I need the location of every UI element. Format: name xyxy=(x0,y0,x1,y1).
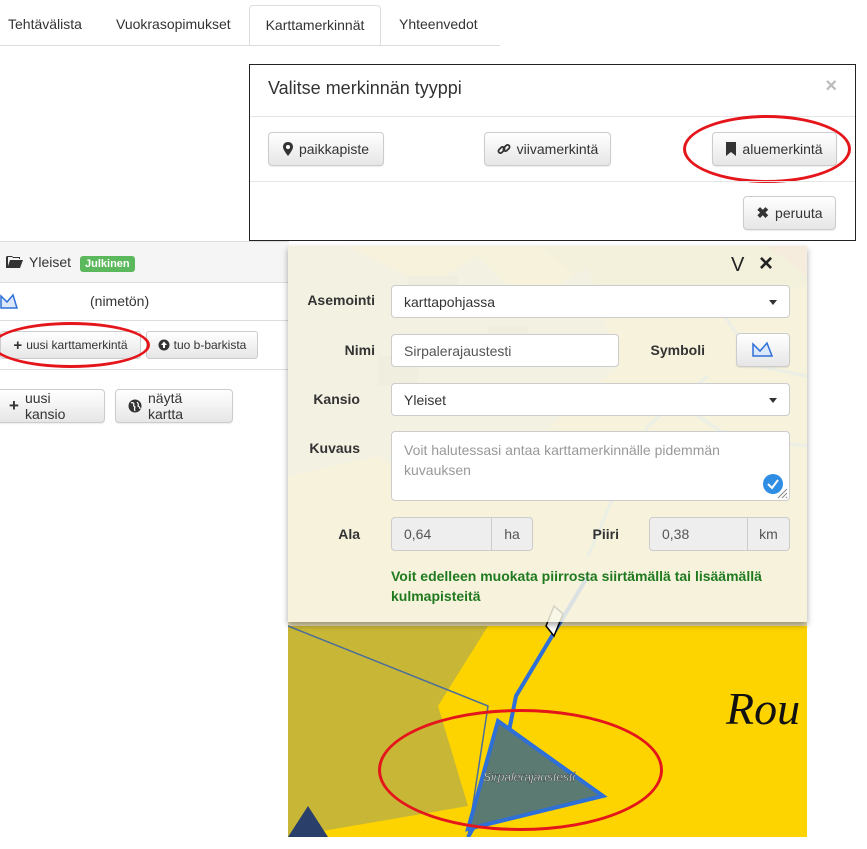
point-marking-button[interactable]: paikkapiste xyxy=(268,132,384,166)
new-marking-button[interactable]: + uusi karttamerkintä xyxy=(0,331,141,359)
description-label: Kuvaus xyxy=(309,440,360,456)
globe-icon xyxy=(128,399,142,413)
panel-divider xyxy=(0,369,289,370)
tab-yhteenvedot[interactable]: Yhteenvedot xyxy=(385,5,492,46)
bookmark-icon xyxy=(726,142,737,156)
area-symbol-icon xyxy=(0,293,18,309)
chevron-down-icon xyxy=(769,299,777,305)
area-marking-button[interactable]: aluemerkintä xyxy=(712,132,837,166)
new-folder-label: uusi kansio xyxy=(24,390,66,422)
perimeter-input: 0,38 xyxy=(649,517,748,551)
point-marking-label: paikkapiste xyxy=(298,141,370,157)
edit-hint-text: Voit edelleen muokata piirrosta siirtämä… xyxy=(391,568,762,604)
plus-icon: + xyxy=(9,396,19,415)
marking-list-item[interactable]: (nimetön) xyxy=(0,283,289,321)
positioning-select[interactable]: karttapohjassa xyxy=(391,285,790,318)
show-map-label: näytä kartta xyxy=(148,390,184,422)
area-value: 0,64 xyxy=(404,526,432,542)
folder-value: Yleiset xyxy=(404,391,447,408)
new-marking-label: uusi karttamerkintä xyxy=(26,338,128,352)
resize-handle-icon[interactable] xyxy=(776,487,788,499)
modal-header-divider xyxy=(250,116,855,117)
marking-item-name: (nimetön) xyxy=(90,293,150,309)
new-folder-button[interactable]: + uusi kansio xyxy=(0,389,105,423)
perimeter-label: Piiri xyxy=(592,526,619,542)
modal-footer-divider xyxy=(250,181,855,182)
description-textarea[interactable]: Voit halutessasi antaa karttamerkinnälle… xyxy=(391,431,790,501)
cancel-button[interactable]: ✖ peruuta xyxy=(743,196,836,230)
chevron-down-icon xyxy=(769,397,777,403)
positioning-label: Asemointi xyxy=(307,292,375,308)
upload-circle-icon xyxy=(158,339,170,351)
line-marking-button[interactable]: viivamerkintä xyxy=(484,132,611,166)
symbol-label: Symboli xyxy=(650,342,705,358)
area-label: Ala xyxy=(338,526,360,542)
cancel-label: peruuta xyxy=(775,205,823,221)
name-value: Sirpalerajaustesti xyxy=(404,342,512,359)
link-icon xyxy=(497,144,511,154)
modal-close-button[interactable]: × xyxy=(825,75,837,98)
area-marking-label: aluemerkintä xyxy=(742,141,823,157)
area-map-label: Sirpalerajaustesti xyxy=(483,770,575,784)
tab-tehtavalista[interactable]: Tehtävälista xyxy=(0,5,96,46)
form-close-button[interactable]: × xyxy=(759,250,773,278)
area-input: 0,64 xyxy=(391,517,492,551)
positioning-value: karttapohjassa xyxy=(404,293,496,310)
perimeter-unit: km xyxy=(747,517,790,551)
folder-header[interactable]: Yleiset Julkinen xyxy=(0,241,289,283)
perimeter-value: 0,38 xyxy=(662,526,690,542)
show-map-button[interactable]: näytä kartta xyxy=(115,389,233,423)
description-placeholder: Voit halutessasi antaa karttamerkinnälle… xyxy=(404,442,720,478)
public-badge: Julkinen xyxy=(80,256,135,272)
place-name-label: Rou xyxy=(725,683,800,734)
v-button[interactable]: V xyxy=(731,254,744,277)
map-marker-icon xyxy=(282,142,293,156)
line-marking-label: viivamerkintä xyxy=(516,141,599,157)
tab-vuokrasopimukset[interactable]: Vuokrasopimukset xyxy=(102,5,245,46)
folder-select[interactable]: Yleiset xyxy=(391,383,790,416)
tab-divider xyxy=(0,45,500,46)
import-button[interactable]: tuo b-barkista xyxy=(146,331,258,359)
plus-icon: + xyxy=(13,336,23,354)
folder-label: Kansio xyxy=(313,391,360,407)
marking-form-panel: V × Asemointi karttapohjassa Nimi Sirpal… xyxy=(288,246,807,622)
import-label: tuo b-barkista xyxy=(173,338,247,352)
tab-karttamerkinnat[interactable]: Karttamerkinnät xyxy=(249,5,381,46)
symbol-button[interactable] xyxy=(736,333,790,367)
marking-type-modal: Valitse merkinnän tyyppi × paikkapiste v… xyxy=(249,64,856,241)
area-symbol-icon xyxy=(752,341,774,357)
area-unit: ha xyxy=(491,517,533,551)
name-input[interactable]: Sirpalerajaustesti xyxy=(391,334,619,367)
modal-title: Valitse merkinnän tyyppi xyxy=(268,78,462,98)
tab-bar: Tehtävälista Vuokrasopimukset Karttamerk… xyxy=(0,0,867,46)
folder-open-icon xyxy=(6,256,23,268)
folder-name: Yleiset xyxy=(29,254,72,270)
name-label: Nimi xyxy=(344,342,375,358)
close-icon: ✖ xyxy=(756,205,770,222)
